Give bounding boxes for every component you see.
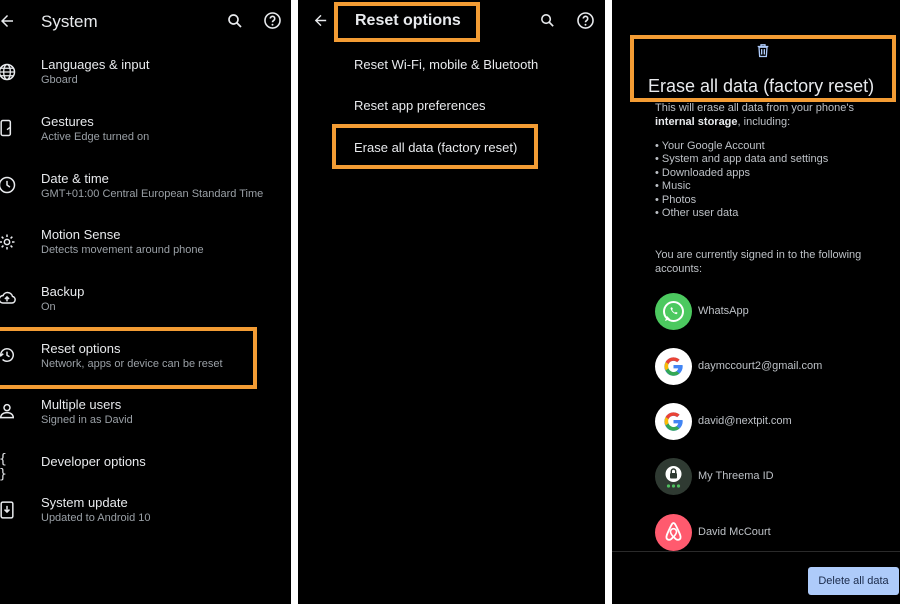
settings-item-title: Multiple users — [41, 397, 122, 412]
account-name: daymccourt2@gmail.com — [698, 360, 823, 372]
settings-item-gestures[interactable]: Gestures Active Edge turned on — [0, 114, 291, 170]
back-arrow-icon[interactable] — [312, 12, 329, 29]
account-row: WhatsApp — [655, 293, 895, 333]
settings-item-multiple-users[interactable]: Multiple users Signed in as David — [0, 397, 291, 453]
account-row: daymccourt2@gmail.com — [655, 348, 895, 388]
settings-item-languages[interactable]: Languages & input Gboard — [0, 57, 291, 113]
settings-item-motion-sense[interactable]: Motion Sense Detects movement around pho… — [0, 227, 291, 283]
settings-item-system-update[interactable]: System update Updated to Android 10 — [0, 495, 291, 551]
account-row: david@nextpit.com — [655, 403, 895, 443]
erase-all-data-highlight — [332, 124, 538, 169]
list-item: • Other user data — [655, 207, 739, 220]
description-rest: , including: — [737, 115, 791, 128]
back-arrow-icon[interactable] — [0, 12, 16, 30]
list-item: • Music — [655, 180, 691, 193]
account-name: My Threema ID — [698, 470, 774, 482]
settings-item-title: Motion Sense — [41, 227, 121, 242]
page-title: System — [41, 12, 98, 31]
google-icon — [655, 403, 692, 440]
settings-item-title: Gestures — [41, 114, 94, 129]
settings-item-title: Date & time — [41, 171, 109, 186]
reset-options-highlight — [0, 327, 257, 389]
erase-all-data-screen: Erase all data (factory reset) This will… — [612, 0, 900, 604]
settings-item-subtitle: Gboard — [41, 74, 78, 86]
reset-options-screen: Reset options Reset Wi-Fi, mobile & Blue… — [298, 0, 605, 604]
delete-all-data-button[interactable]: Delete all data — [808, 567, 899, 595]
list-item: • Downloaded apps — [655, 166, 750, 179]
settings-item-title: Backup — [41, 284, 85, 299]
help-icon[interactable] — [576, 11, 595, 30]
braces-icon: { } — [0, 452, 19, 482]
clock-icon — [0, 175, 17, 195]
erase-description: This will erase all data from your phone… — [655, 102, 895, 129]
settings-item-subtitle: On — [41, 301, 56, 313]
settings-item-subtitle: Detects movement around phone — [41, 244, 204, 256]
google-icon — [655, 348, 692, 385]
account-name: david@nextpit.com — [698, 415, 792, 427]
account-row: David McCourt — [655, 514, 895, 554]
settings-item-subtitle: Active Edge turned on — [41, 131, 150, 143]
account-row: My Threema ID — [655, 458, 895, 498]
description-line: This will erase all data from your phone… — [655, 102, 854, 114]
airbnb-icon — [655, 514, 692, 551]
account-name: WhatsApp — [698, 305, 749, 317]
search-icon[interactable] — [226, 12, 244, 30]
erase-items-list: • Your Google Account • System and app d… — [655, 140, 828, 220]
list-item: • Photos — [655, 193, 697, 206]
page-title-highlight — [334, 2, 480, 42]
settings-item-title: Developer options — [41, 454, 146, 469]
globe-icon — [0, 62, 17, 82]
settings-item-date-time[interactable]: Date & time GMT+01:00 Central European S… — [0, 171, 291, 227]
settings-item-subtitle: Signed in as David — [41, 414, 133, 426]
person-icon — [0, 401, 17, 421]
page-title-highlight — [630, 35, 896, 102]
settings-item-subtitle: GMT+01:00 Central European Standard Time — [41, 188, 264, 200]
settings-item-title: System update — [41, 495, 128, 510]
list-item: • Your Google Account — [655, 140, 765, 152]
cloud-upload-icon — [0, 288, 17, 308]
reset-app-preferences-item[interactable]: Reset app preferences — [354, 98, 486, 113]
search-icon[interactable] — [539, 12, 556, 29]
reset-wifi-mobile-bluetooth-item[interactable]: Reset Wi-Fi, mobile & Bluetooth — [354, 57, 538, 72]
help-icon[interactable] — [263, 11, 282, 30]
settings-item-subtitle: Updated to Android 10 — [41, 512, 151, 524]
account-name: David McCourt — [698, 526, 771, 538]
list-item: • System and app data and settings — [655, 153, 829, 166]
whatsapp-icon — [655, 293, 692, 330]
accounts-intro: You are currently signed in to the follo… — [655, 249, 862, 275]
threema-icon — [655, 458, 692, 495]
motion-sense-icon — [0, 232, 17, 252]
system-update-icon — [0, 500, 17, 520]
phone-gesture-icon — [0, 118, 17, 138]
divider — [612, 551, 900, 552]
internal-storage-text: internal storage — [655, 115, 738, 128]
system-settings-screen: System Languages & input Gboard Gestures… — [0, 0, 291, 604]
settings-item-title: Languages & input — [41, 57, 150, 72]
